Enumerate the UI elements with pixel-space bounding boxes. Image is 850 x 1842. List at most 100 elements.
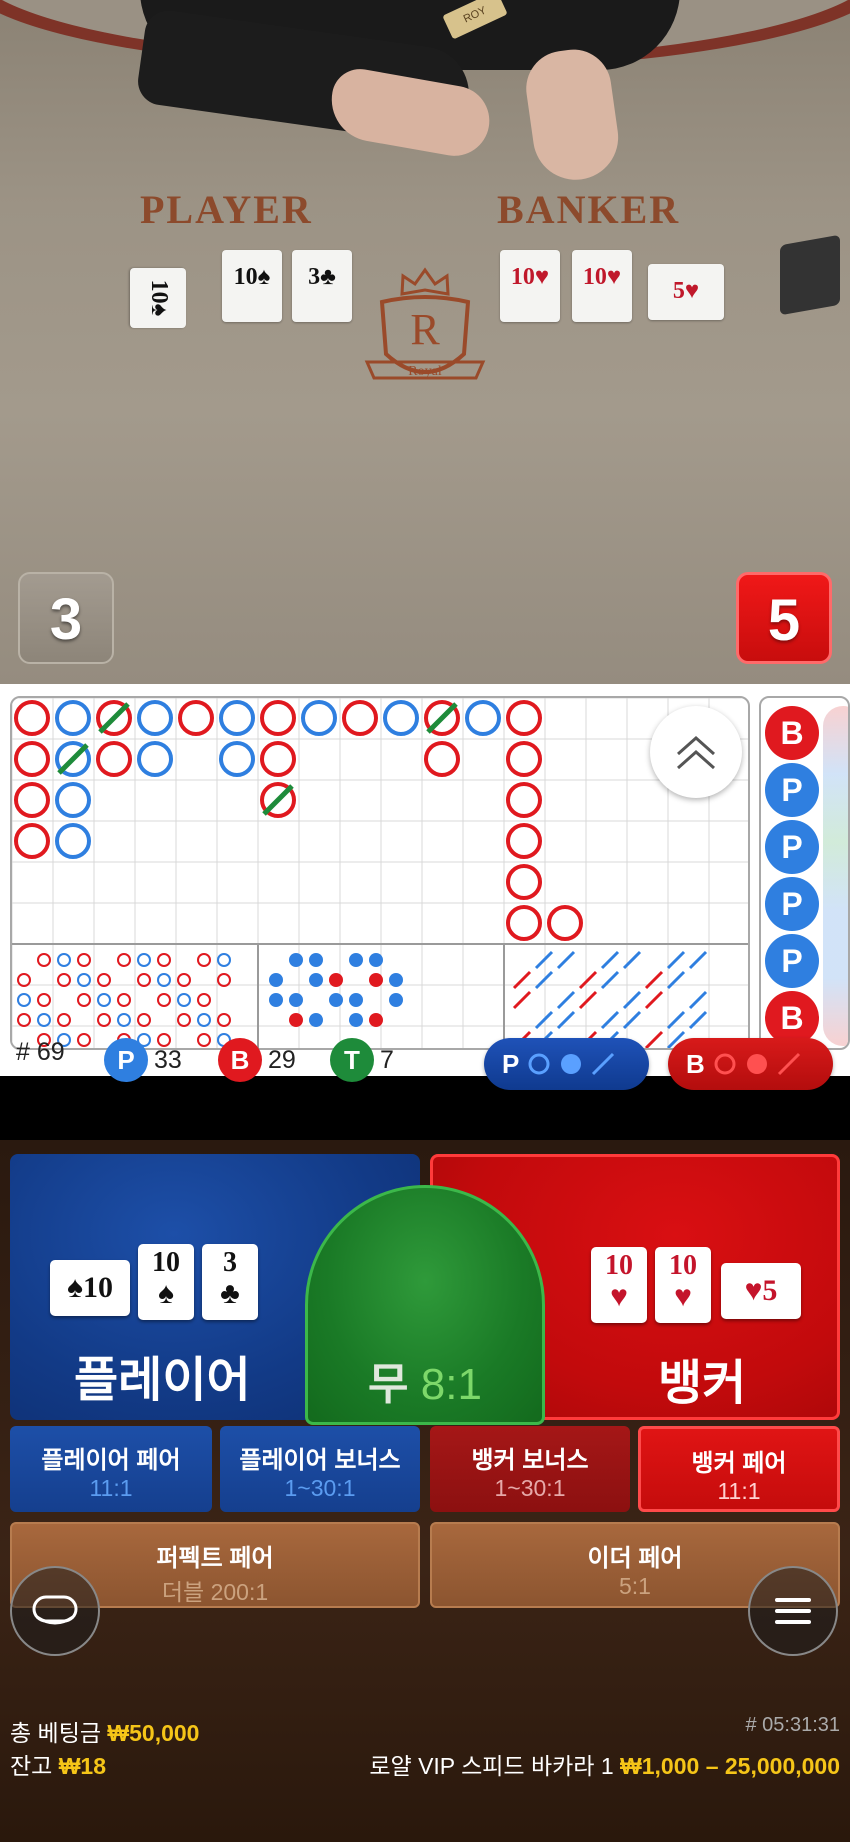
dealer-left-hand	[325, 64, 495, 162]
banker-card-3: ♥5	[721, 1263, 801, 1319]
big-eye-mark	[137, 973, 151, 987]
cockroach-road-mark	[600, 950, 620, 970]
table-banker-card-1: 10♥	[500, 250, 560, 322]
tie-slash-mark	[57, 743, 89, 775]
cockroach-road-mark	[644, 1030, 664, 1048]
card-shoe	[780, 234, 840, 316]
big-eye-mark	[117, 1013, 131, 1027]
big-road-mark	[14, 782, 50, 818]
small-road-mark	[269, 973, 283, 987]
bead-4: P	[765, 877, 819, 931]
small-road-mark	[269, 993, 283, 1007]
small-road-mark	[349, 953, 363, 967]
big-road-mark	[14, 823, 50, 859]
big-road-mark	[506, 700, 542, 736]
chat-button[interactable]	[10, 1566, 100, 1656]
big-road-mark	[219, 741, 255, 777]
cockroach-road-mark	[666, 970, 686, 990]
tie-slash-mark	[426, 702, 458, 734]
player-card-1: ♠10	[50, 1260, 130, 1316]
big-road-mark	[219, 700, 255, 736]
small-road-mark	[289, 1013, 303, 1027]
cockroach-road-mark	[688, 950, 708, 970]
big-eye-mark	[77, 953, 91, 967]
big-road-mark	[506, 823, 542, 859]
cockroach-road-mark	[622, 950, 642, 970]
small-road-mark	[349, 1013, 363, 1027]
player-card-2: 10 ♠	[138, 1244, 194, 1320]
big-eye-mark	[157, 993, 171, 1007]
big-eye-mark	[97, 1013, 111, 1027]
big-road-mark	[383, 700, 419, 736]
banker-pair-bet[interactable]: 뱅커 페어 11:1	[638, 1426, 840, 1512]
big-eye-mark	[17, 973, 31, 987]
expand-roadmap-button[interactable]	[650, 706, 742, 798]
banker-predict-button[interactable]: B	[668, 1038, 833, 1090]
big-road-mark	[55, 782, 91, 818]
table-banker-card-2: 10♥	[572, 250, 632, 322]
player-card-3: 3 ♣	[202, 1244, 258, 1320]
big-eye-mark	[57, 973, 71, 987]
double-chevron-up-icon	[677, 735, 715, 770]
big-eye-mark	[137, 1013, 151, 1027]
big-eye-mark	[17, 993, 31, 1007]
big-road-grid[interactable]	[10, 696, 750, 1050]
big-eye-mark	[177, 1013, 191, 1027]
bead-plate: B P P P P B	[759, 696, 850, 1050]
cockroach-road-mark	[556, 950, 576, 970]
player-badge-icon: P	[104, 1038, 148, 1082]
player-bonus-bet[interactable]: 플레이어 보너스 1~30:1	[220, 1426, 420, 1512]
player-wins-stat: P 33	[104, 1038, 182, 1082]
big-eye-mark	[197, 993, 211, 1007]
table-player-card-2: 10♠	[222, 250, 282, 322]
banker-card-2: 10 ♥	[655, 1247, 711, 1323]
big-road-mark	[178, 700, 214, 736]
chat-bubble-icon	[32, 1595, 78, 1625]
total-bet-amount: ₩50,000	[107, 1720, 200, 1746]
balance-amount: ₩18	[58, 1753, 107, 1779]
player-pair-bet[interactable]: 플레이어 페어 11:1	[10, 1426, 212, 1512]
big-eye-mark	[177, 973, 191, 987]
table-info: 로얄 VIP 스피드 바카라 1 ₩1,000 – 25,000,000	[369, 1747, 840, 1781]
big-eye-mark	[157, 973, 171, 987]
big-road-mark	[55, 700, 91, 736]
big-eye-mark	[57, 953, 71, 967]
big-eye-mark	[197, 1033, 211, 1047]
tie-count-stat: T7	[330, 1038, 394, 1082]
small-road-mark	[389, 973, 403, 987]
menu-button[interactable]	[748, 1566, 838, 1656]
royal-crest-logo: R Royal	[364, 267, 486, 380]
player-predict-button[interactable]: P	[484, 1038, 649, 1090]
predict-markers-icon	[714, 1052, 800, 1076]
big-eye-mark	[217, 973, 231, 987]
predict-markers-icon	[528, 1052, 615, 1076]
small-road-mark	[289, 993, 303, 1007]
big-road-mark	[260, 741, 296, 777]
small-road-mark	[289, 953, 303, 967]
big-eye-mark	[197, 953, 211, 967]
big-eye-mark	[97, 973, 111, 987]
cockroach-road-mark	[534, 970, 554, 990]
cockroach-road-mark	[688, 990, 708, 1010]
tie-slash-mark	[262, 784, 294, 816]
big-eye-mark	[97, 993, 111, 1007]
cockroach-road-mark	[578, 990, 598, 1010]
balance: 잔고 ₩18	[10, 1753, 107, 1779]
tie-bet-spot[interactable]: 무 8:1	[305, 1185, 545, 1425]
cockroach-road-mark	[622, 990, 642, 1010]
big-eye-mark	[197, 1013, 211, 1027]
cockroach-road-mark	[512, 990, 532, 1010]
big-eye-mark	[157, 953, 171, 967]
big-eye-mark	[177, 993, 191, 1007]
hamburger-menu-icon	[775, 1598, 811, 1624]
small-road-mark	[349, 993, 363, 1007]
cockroach-road-mark	[644, 990, 664, 1010]
cockroach-road-mark	[512, 970, 532, 990]
small-road-mark	[329, 973, 343, 987]
cockroach-road-mark	[644, 970, 664, 990]
total-bet: 총 베팅금 ₩50,000	[10, 1720, 200, 1746]
banker-bonus-bet[interactable]: 뱅커 보너스 1~30:1	[430, 1426, 630, 1512]
big-road-mark	[506, 782, 542, 818]
cockroach-road-mark	[600, 970, 620, 990]
big-road-mark	[301, 700, 337, 736]
